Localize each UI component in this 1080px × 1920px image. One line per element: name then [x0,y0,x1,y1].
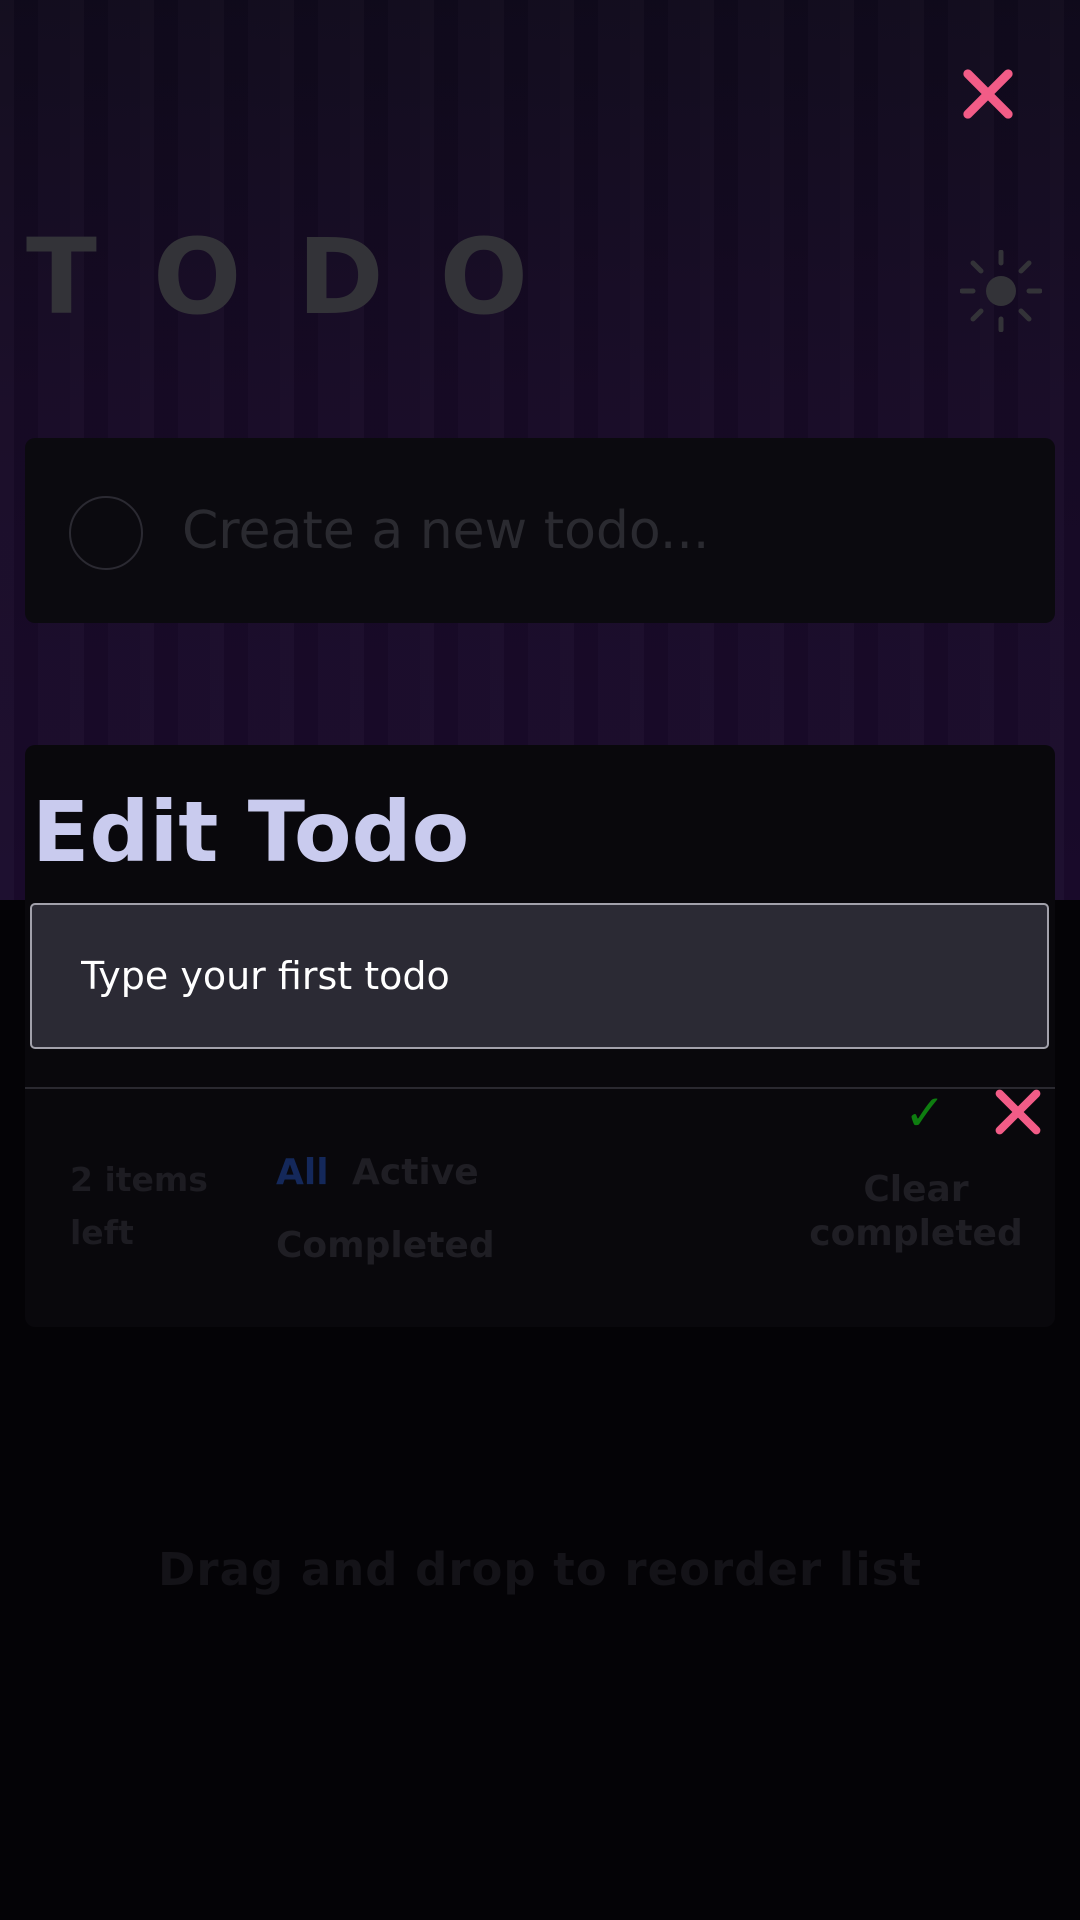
new-todo-bar[interactable]: Create a new todo... [25,438,1055,623]
filter-completed[interactable]: Completed [276,1228,495,1264]
app-title: TODO [26,216,585,338]
edit-todo-input[interactable] [30,903,1049,1049]
items-left-count: 2 items left [70,1160,208,1252]
check-icon[interactable]: ✓ [904,1088,946,1138]
divider [25,1087,1055,1089]
edit-todo-heading: Edit Todo [32,783,470,881]
cancel-edit-icon[interactable] [991,1085,1045,1139]
close-modal-icon[interactable] [958,64,1018,124]
app-root: TODO Create a new todo... Edit Todo ✓ 2 … [0,0,1080,1920]
drag-hint: Drag and drop to reorder list [158,1543,922,1596]
sun-icon[interactable] [959,249,1043,333]
new-todo-check-circle[interactable] [69,496,143,570]
filter-active[interactable]: Active [352,1155,479,1191]
filter-all[interactable]: All [276,1155,329,1191]
clear-completed-button[interactable]: Clear completed [752,1168,1080,1256]
new-todo-placeholder: Create a new todo... [182,501,710,561]
